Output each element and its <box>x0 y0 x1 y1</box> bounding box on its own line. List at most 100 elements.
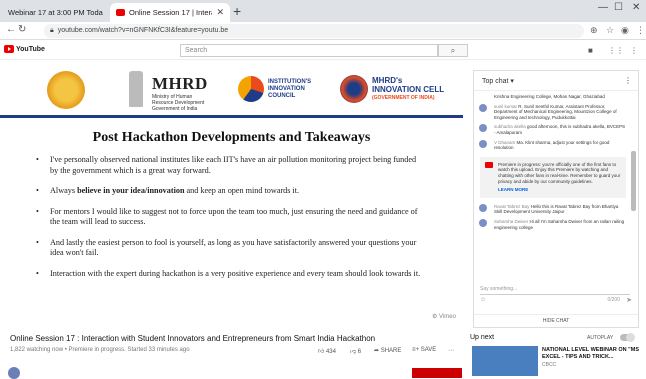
autoplay-toggle[interactable] <box>620 333 635 342</box>
iic-mark <box>238 76 264 102</box>
avatar <box>479 103 487 112</box>
youtube-icon <box>485 161 493 168</box>
extension-icon[interactable]: ◉ <box>621 25 629 36</box>
subscribe-button[interactable] <box>412 368 462 378</box>
search-button[interactable]: ⌕ <box>438 44 468 57</box>
url-text: youtube.com/watch?v=nGNFNKfC3I&feature=y… <box>57 27 229 34</box>
playlist-add-icon: ≡+ <box>412 347 420 353</box>
youtube-header: YouTube Search ⌕ ■ ⋮⋮ ⋮ <box>0 40 646 60</box>
mhrd-logo: MHRD Ministry of Human Resource Developm… <box>152 74 208 112</box>
chat-message: subhadra akella good afternoon, this is … <box>474 122 630 137</box>
up-next-channel: CBCC <box>542 362 557 368</box>
url-field[interactable]: 🔒︎ youtube.com/watch?v=nGNFNKfC3I&feature… <box>44 24 584 38</box>
apps-grid-icon[interactable]: ⋮⋮ <box>608 46 624 55</box>
more-actions-icon[interactable]: ⋯ <box>448 347 454 354</box>
innovation-cell-mark <box>340 75 368 103</box>
avatar <box>479 139 487 148</box>
reload-icon[interactable]: ↻ <box>18 24 26 35</box>
slide-bullet-list: I've personally observed national instit… <box>36 155 424 289</box>
video-meta: 1,822 watching now • Premiere in progres… <box>10 347 190 353</box>
slide-bullet: Interaction with the expert during hacka… <box>36 269 424 280</box>
maximize-icon[interactable]: ☐ <box>614 2 623 13</box>
up-next-label: Up next <box>470 334 495 341</box>
premiere-notice: Premiere in progress: you're officially … <box>480 156 626 198</box>
up-next-thumbnail[interactable] <box>472 346 538 376</box>
live-chat-panel: Top chat ▾ ⋮ Krishna Engineering College… <box>473 70 639 328</box>
minimize-icon[interactable]: — <box>598 2 608 13</box>
mhrd-sub-line: Government of India <box>152 106 198 112</box>
iic-line: INSTITUTION'S <box>268 78 312 85</box>
aicte-logo <box>47 71 85 109</box>
vimeo-watermark: ⚙ Vimeo <box>432 314 456 320</box>
save-button[interactable]: ≡+ SAVE <box>412 347 436 353</box>
chat-header[interactable]: Top chat ▾ ⋮ <box>474 71 638 91</box>
search-input[interactable]: Search <box>180 44 438 57</box>
like-button[interactable]: 👍︎ 434 <box>318 347 336 355</box>
chevron-down-icon: ▾ <box>510 78 514 85</box>
thumbs-down-icon: 👎︎ <box>350 349 357 355</box>
send-icon[interactable]: ➤ <box>626 296 632 304</box>
create-video-icon[interactable]: ■ <box>588 46 593 55</box>
lock-icon: 🔒︎ <box>50 27 54 34</box>
chat-mode-label: Top chat <box>482 78 509 85</box>
hide-chat-button[interactable]: HIDE CHAT <box>474 314 638 324</box>
address-bar-row: ← ↻ 🔒︎ youtube.com/watch?v=nGNFNKfC3I&fea… <box>0 22 646 40</box>
close-tab-icon[interactable]: ✕ <box>216 7 224 18</box>
browser-menu-icon[interactable]: ⋮ <box>636 25 645 36</box>
iic-line: COUNCIL <box>268 92 296 99</box>
learn-more-link[interactable]: LEARN MORE <box>498 187 621 193</box>
tab-label: Online Session 17 | Interactin <box>129 8 212 17</box>
youtube-logo-text: YouTube <box>16 45 45 53</box>
youtube-play-icon <box>4 45 14 53</box>
mhrd-name: MHRD <box>152 74 208 93</box>
zoom-icon[interactable]: ⊕ <box>590 25 598 36</box>
dislike-button[interactable]: 👎︎ 6 <box>350 347 361 355</box>
chat-input[interactable]: Say something... <box>480 283 630 295</box>
emoji-icon[interactable]: ☺ <box>480 297 486 303</box>
slide-bullet: I've personally observed national instit… <box>36 155 424 176</box>
chat-more-icon[interactable]: ⋮ <box>624 76 632 85</box>
autoplay-label: AUTOPLAY <box>587 335 614 341</box>
slide-logo-strip: MHRD Ministry of Human Resource Developm… <box>0 60 463 118</box>
more-options-icon[interactable]: ⋮ <box>630 46 638 55</box>
slide-bullet: And lastly the easiest person to fool is… <box>36 238 424 259</box>
chat-message-list: Krishna Engineering College, Mohan Nagar… <box>474 92 630 282</box>
channel-row <box>8 366 463 379</box>
slide-title: Post Hackathon Developments and Takeaway… <box>92 130 371 145</box>
mic-line1: MHRD's <box>372 75 403 85</box>
new-tab-icon[interactable]: + <box>233 3 241 19</box>
avatar <box>479 203 487 212</box>
chat-message: V Dhanam Ma. Klint sharma, adjust your s… <box>474 138 630 153</box>
chat-message: Krishna Engineering College, Mohan Nagar… <box>494 94 605 99</box>
chat-footer: ☺ 0/200 ➤ <box>480 297 632 309</box>
chat-message: Saharsha Dwiver Hi all I'm Saharsha Dwiv… <box>474 217 630 232</box>
back-icon[interactable]: ← <box>6 24 16 35</box>
video-player[interactable]: MHRD Ministry of Human Resource Developm… <box>0 60 463 328</box>
tab-label: Webinar 17 at 3:00 PM Toda <box>8 8 103 17</box>
iic-logo: INSTITUTION'S INNOVATION COUNCIL <box>238 76 311 102</box>
national-emblem-logo <box>129 71 143 107</box>
slide-bullet: For mentors I would like to suggest not … <box>36 207 424 228</box>
share-button[interactable]: ➦ SHARE <box>374 347 401 354</box>
tab-online-session[interactable]: Online Session 17 | Interactin ✕ <box>110 3 230 22</box>
chat-message: Ravat Tabrez Bay Hello this is Ravat Tab… <box>474 202 630 217</box>
share-icon: ➦ <box>374 348 380 354</box>
youtube-favicon-icon <box>116 9 125 16</box>
close-window-icon[interactable]: ✕ <box>632 2 640 13</box>
video-title: Online Session 17 : Interaction with Stu… <box>10 334 376 343</box>
thumbs-up-icon: 👍︎ <box>318 349 325 355</box>
mic-line2: INNOVATION CELL <box>372 84 445 94</box>
chat-message: sunil kumar R. Sunil Senthil Kumar, Assi… <box>474 102 630 123</box>
bookmark-star-icon[interactable]: ☆ <box>606 25 614 36</box>
chat-scrollbar[interactable] <box>631 151 636 211</box>
mic-sub: (GOVERNMENT OF INDIA) <box>372 94 435 101</box>
avatar <box>479 124 487 133</box>
slide-bullet: Always believe in your idea/innovation a… <box>36 186 424 197</box>
avatar <box>479 218 487 227</box>
channel-avatar[interactable] <box>8 367 20 379</box>
up-next-title[interactable]: NATIONAL LEVEL WEBINAR ON "MS EXCEL - TI… <box>542 347 642 360</box>
iic-line: INNOVATION <box>268 85 305 92</box>
browser-tab-bar: Webinar 17 at 3:00 PM Toda ✕ Online Sess… <box>0 0 646 22</box>
youtube-logo[interactable]: YouTube <box>4 45 45 53</box>
search-icon: ⌕ <box>450 46 456 55</box>
